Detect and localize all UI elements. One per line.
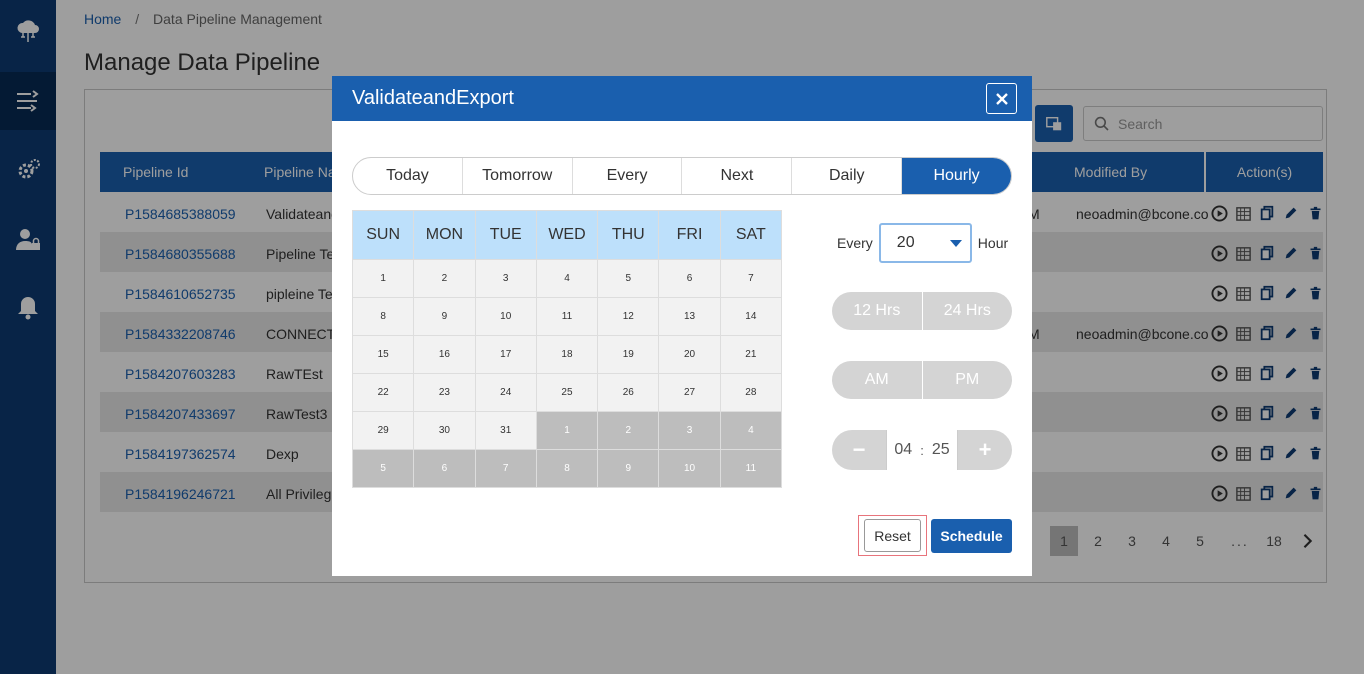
calendar-day-cell[interactable]: 15 (351, 335, 415, 374)
calendar-day-header: SAT (719, 210, 783, 260)
time-separator: : (920, 442, 924, 458)
minus-icon: − (852, 437, 866, 462)
reset-button[interactable]: Reset (864, 519, 921, 552)
calendar-day-cell[interactable]: 13 (658, 297, 721, 336)
time-format-toggle: 12 Hrs 24 Hrs (832, 292, 1012, 330)
calendar-day-cell[interactable]: 1 (535, 411, 599, 450)
time-stepper: − 04 : 25 + (832, 430, 1012, 470)
calendar-day-cell[interactable]: 9 (413, 297, 476, 336)
calendar-day-cell[interactable]: 29 (351, 411, 415, 450)
tab-today[interactable]: Today (353, 158, 463, 194)
hour-label: Hour (977, 235, 1009, 251)
calendar-day-cell[interactable]: 30 (413, 411, 476, 450)
calendar-day-cell[interactable]: 27 (658, 373, 721, 412)
calendar: SUN MON TUE WED THU FRI SAT 1 2 3 4 5 6 7 8 9 10 11 12 13 1… (351, 210, 783, 488)
modal-header: ValidateandExport (332, 76, 1032, 121)
modal-title: ValidateandExport (352, 87, 514, 109)
every-label: Every (837, 235, 873, 251)
calendar-day-header: THU (597, 210, 660, 260)
close-button[interactable] (986, 83, 1017, 114)
calendar-day-cell[interactable]: 4 (719, 411, 783, 450)
tab-tomorrow[interactable]: Tomorrow (463, 158, 573, 194)
calendar-day-cell[interactable]: 9 (597, 449, 660, 488)
calendar-day-header: TUE (474, 210, 537, 260)
calendar-day-cell[interactable]: 11 (535, 297, 599, 336)
calendar-day-cell[interactable]: 18 (535, 335, 599, 374)
time-display: 04 : 25 (886, 430, 958, 470)
calendar-day-cell[interactable]: 22 (351, 373, 415, 412)
calendar-day-cell[interactable]: 26 (597, 373, 660, 412)
tab-next[interactable]: Next (682, 158, 793, 194)
calendar-day-cell[interactable]: 6 (413, 449, 476, 488)
calendar-day-cell[interactable]: 6 (658, 259, 721, 298)
reset-focus-ring: Reset (858, 515, 927, 556)
calendar-day-cell[interactable]: 23 (413, 373, 476, 412)
calendar-day-cell[interactable]: 28 (719, 373, 783, 412)
calendar-day-header: SUN (351, 210, 415, 260)
schedule-type-tabs: Today Tomorrow Every Next Daily Hourly (352, 157, 1012, 195)
close-icon (995, 92, 1008, 105)
calendar-day-cell[interactable]: 19 (597, 335, 660, 374)
format-24hrs-button[interactable]: 24 Hrs (923, 292, 1013, 330)
decrement-time-button[interactable]: − (832, 430, 886, 470)
tab-daily[interactable]: Daily (792, 158, 903, 194)
calendar-day-header: WED (535, 210, 599, 260)
calendar-day-cell[interactable]: 2 (597, 411, 660, 450)
hour-interval-select[interactable]: 20 (878, 223, 972, 263)
calendar-day-cell[interactable]: 7 (719, 259, 783, 298)
format-12hrs-button[interactable]: 12 Hrs (832, 292, 923, 330)
pm-button[interactable]: PM (923, 361, 1013, 399)
calendar-day-cell[interactable]: 11 (719, 449, 783, 488)
hour-interval-value: 20 (896, 234, 915, 251)
calendar-day-cell[interactable]: 3 (474, 259, 537, 298)
ampm-toggle: AM PM (832, 361, 1012, 399)
schedule-modal: ValidateandExport Today Tomorrow Every Next… (332, 76, 1032, 576)
calendar-day-cell[interactable]: 5 (351, 449, 415, 488)
calendar-day-header: FRI (658, 210, 721, 260)
plus-icon: + (978, 437, 992, 462)
calendar-day-cell[interactable]: 14 (719, 297, 783, 336)
increment-time-button[interactable]: + (958, 430, 1012, 470)
am-button[interactable]: AM (832, 361, 923, 399)
calendar-day-cell[interactable]: 20 (658, 335, 721, 374)
calendar-day-cell[interactable]: 3 (658, 411, 721, 450)
calendar-day-cell[interactable]: 21 (719, 335, 783, 374)
dropdown-arrow-icon (949, 239, 962, 247)
tab-hourly[interactable]: Hourly (902, 158, 1011, 194)
calendar-day-cell[interactable]: 2 (413, 259, 476, 298)
calendar-day-cell[interactable]: 16 (413, 335, 476, 374)
calendar-day-cell[interactable]: 31 (474, 411, 537, 450)
calendar-day-cell[interactable]: 5 (597, 259, 660, 298)
schedule-button[interactable]: Schedule (931, 519, 1012, 553)
calendar-day-cell[interactable]: 12 (597, 297, 660, 336)
calendar-day-cell[interactable]: 10 (474, 297, 537, 336)
tab-every[interactable]: Every (573, 158, 683, 194)
calendar-day-header: MON (413, 210, 476, 260)
time-hour[interactable]: 04 (894, 441, 912, 459)
every-hour-row: Every 20 Hour (837, 223, 1008, 263)
calendar-day-cell[interactable]: 25 (535, 373, 599, 412)
calendar-day-cell[interactable]: 24 (474, 373, 537, 412)
calendar-day-cell[interactable]: 8 (351, 297, 415, 336)
calendar-day-cell[interactable]: 8 (535, 449, 599, 488)
calendar-day-cell[interactable]: 7 (474, 449, 537, 488)
calendar-day-cell[interactable]: 1 (351, 259, 415, 298)
calendar-day-cell[interactable]: 4 (535, 259, 599, 298)
calendar-day-cell[interactable]: 10 (658, 449, 721, 488)
time-minute[interactable]: 25 (932, 441, 950, 459)
calendar-day-cell[interactable]: 17 (474, 335, 537, 374)
